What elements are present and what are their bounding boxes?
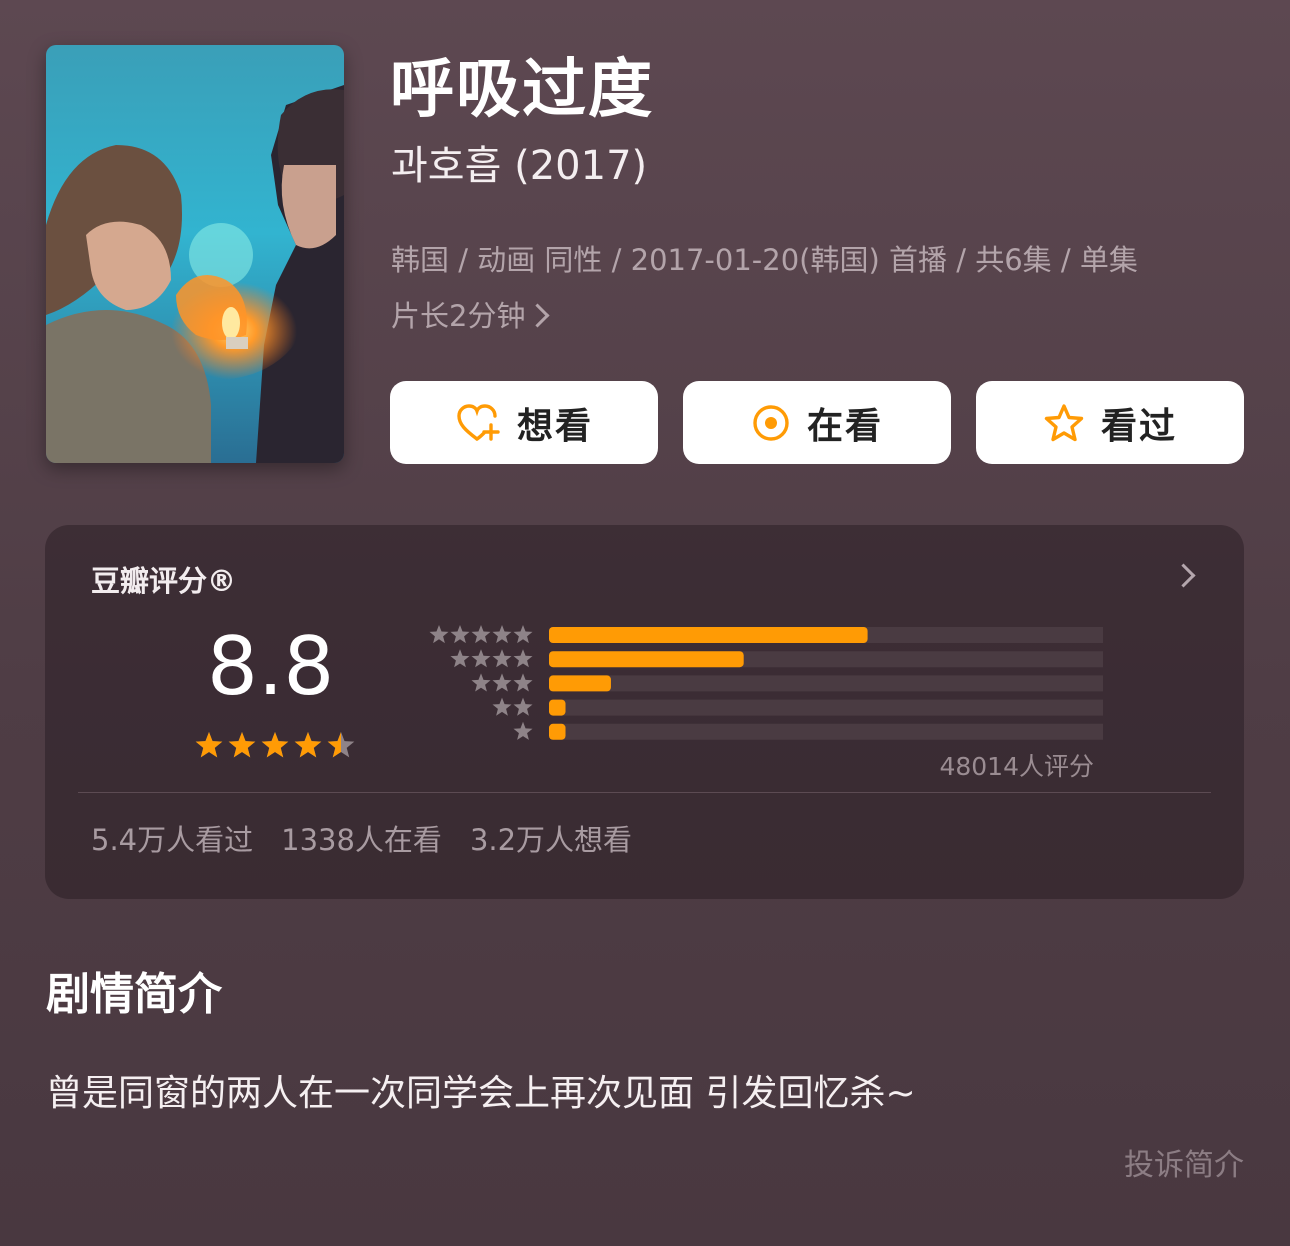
small-star-icon [513,625,533,644]
target-icon [753,404,789,441]
small-star-icon [450,649,470,668]
original-title: 과호흡 (2017) [391,143,648,189]
bar-track [549,675,1103,692]
rating-count: 48014人评分 [939,752,1094,781]
bar-track [549,699,1103,716]
small-star-icon [471,649,491,668]
small-star-icon [513,673,533,692]
meta-line-1: 韩国 / 动画 同性 / 2017-01-20(韩国) 首播 / 共6集 / 单… [391,243,1138,277]
small-star-icon [513,721,533,740]
rating-row-1-star [513,721,1103,740]
report-synopsis-link[interactable]: 投诉简介 [1124,1140,1244,1184]
bar-track [549,723,1103,740]
rating-card[interactable]: 豆瓣评分® 8.8 48014人评分 5.4万人看过 1338人在看 3.2万人想看 [45,525,1244,899]
rating-label: 豆瓣评分® [91,564,237,598]
rating-row-5-star [429,625,1103,644]
chevron-right-icon [1171,563,1196,588]
star-filled-icon [294,732,322,758]
meta-line-2: 片长2分钟 [391,299,526,333]
small-star-icon [471,673,491,692]
rating-stars [195,732,355,758]
small-star-icon [450,625,470,644]
watched-button[interactable]: 看过 [976,381,1244,464]
rating-distribution-chart [429,625,1103,740]
synopsis-text: 曾是同窗的两人在一次同学会上再次见面 引发回忆杀~ [46,1073,916,1114]
page-title: 呼吸过度 [390,53,654,127]
small-star-icon [429,625,449,644]
chevron-right-icon [525,303,550,328]
rating-score: 8.8 [207,620,335,713]
watched-label: 看过 [1100,405,1177,447]
bar-fill [549,627,868,643]
small-star-icon [492,697,512,716]
small-star-icon [471,625,491,644]
meta-info[interactable]: 韩国 / 动画 同性 / 2017-01-20(韩国) 首播 / 共6集 / 单… [391,232,1231,344]
bar-fill [549,675,611,692]
synopsis-title: 剧情简介 [46,969,222,1020]
small-star-icon [492,625,512,644]
star-outline-icon [1044,403,1084,441]
star-filled-icon [261,732,289,758]
rating-row-2-star [492,697,1103,716]
watching-label: 在看 [806,405,883,447]
small-star-icon [513,697,533,716]
rating-row-4-star [450,649,1103,668]
bar-fill [549,699,566,716]
star-filled-icon [195,732,223,758]
poster-image[interactable] [46,45,344,463]
poster-illustration [46,45,344,463]
rating-row-3-star [471,673,1103,692]
watch-stats: 5.4万人看过 1338人在看 3.2万人想看 [91,817,660,859]
watching-button[interactable]: 在看 [683,381,951,464]
watching-count: 1338人在看 [281,823,442,857]
bar-fill [549,651,744,668]
star-filled-icon [228,732,256,758]
want-label: 想看 [516,405,593,447]
bar-fill [549,723,566,740]
want-to-watch-button[interactable]: 想看 [390,381,658,464]
divider [78,792,1211,793]
watched-count: 5.4万人看过 [91,823,254,857]
small-star-icon [492,673,512,692]
heart-plus-icon [457,403,500,441]
small-star-icon [492,649,512,668]
want-count: 3.2万人想看 [469,823,633,857]
small-star-icon [513,649,533,668]
